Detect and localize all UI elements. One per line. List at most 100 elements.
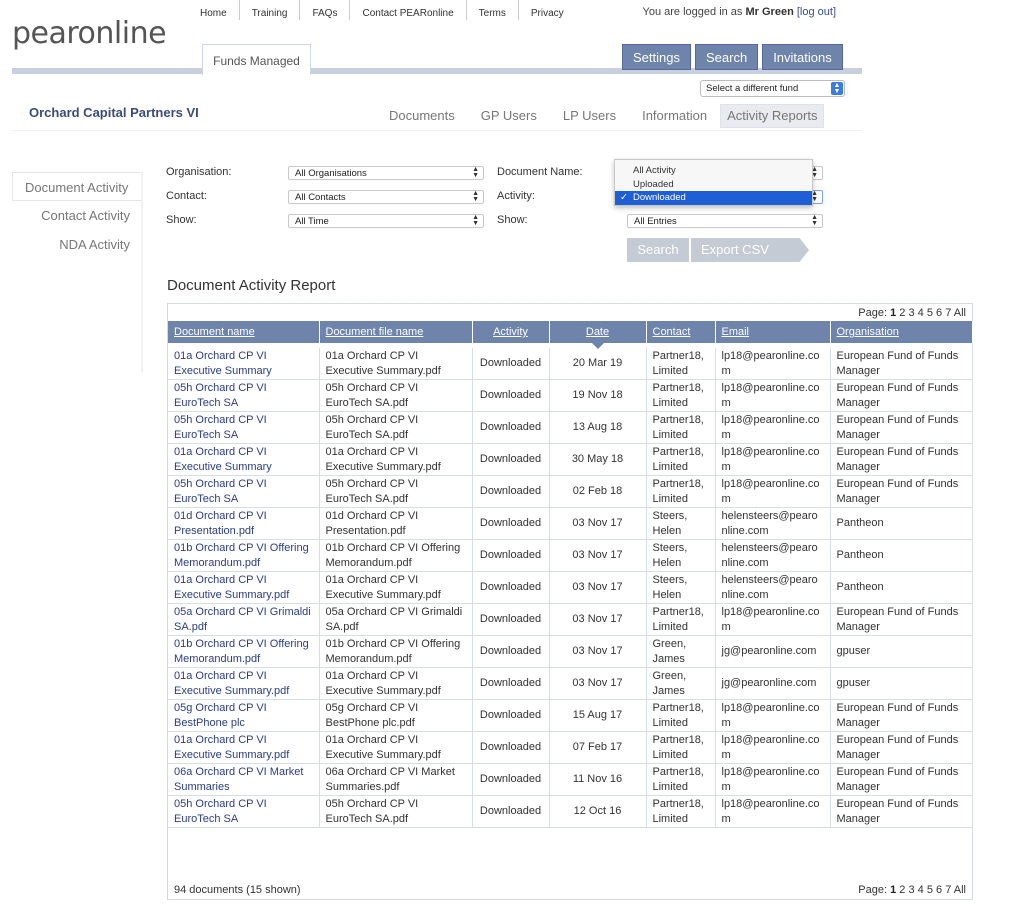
nav-training[interactable]: Training bbox=[240, 0, 301, 20]
contact-cell: Partner18, Limited bbox=[646, 379, 716, 412]
page-link-all[interactable]: All bbox=[954, 307, 966, 319]
contact-cell: Partner18, Limited bbox=[646, 795, 716, 828]
contact-cell: Green, James bbox=[646, 667, 716, 700]
page-link-4[interactable]: 4 bbox=[918, 884, 924, 896]
search-top-button[interactable]: Search bbox=[694, 44, 759, 70]
sidebar-item-nda-activity[interactable]: NDA Activity bbox=[12, 230, 142, 259]
invitations-button[interactable]: Invitations bbox=[762, 44, 843, 70]
table-header-row: Document name Document file name Activit… bbox=[168, 321, 973, 349]
document-name-cell[interactable]: 01a Orchard CP VI Executive Summary.pdf bbox=[168, 731, 320, 764]
table-row: 05h Orchard CP VI EuroTech SA 05h Orchard… bbox=[168, 795, 973, 828]
export-csv-button[interactable]: Export CSV bbox=[691, 238, 809, 262]
table-row: 05h Orchard CP VI EuroTech SA 05h Orchard… bbox=[168, 379, 973, 412]
table-row: 01a Orchard CP VI Executive Summary.pdf 0… bbox=[168, 571, 973, 604]
contact-cell: Green, James bbox=[646, 635, 716, 668]
document-name-cell[interactable]: 05h Orchard CP VI EuroTech SA bbox=[168, 475, 320, 508]
table-row: 01a Orchard CP VI Executive Summary.pdf 0… bbox=[168, 731, 973, 764]
document-name-cell[interactable]: 05h Orchard CP VI EuroTech SA bbox=[168, 795, 320, 828]
page-link-5[interactable]: 5 bbox=[927, 884, 933, 896]
page-link-2[interactable]: 2 bbox=[899, 307, 905, 319]
settings-button[interactable]: Settings bbox=[622, 44, 691, 70]
nav-home[interactable]: Home bbox=[188, 0, 240, 20]
activity-cell: Downloaded bbox=[472, 443, 550, 476]
nav-terms-label: Terms bbox=[478, 8, 506, 19]
document-name-cell[interactable]: 05h Orchard CP VI EuroTech SA bbox=[168, 379, 320, 412]
contact-cell: Partner18, Limited bbox=[646, 731, 716, 764]
date-cell: 20 Mar 19 bbox=[549, 348, 647, 380]
tab-gp-users[interactable]: GP Users bbox=[468, 108, 550, 128]
show-time-select[interactable]: All Time ▲ ▼ bbox=[288, 214, 484, 228]
contact-select[interactable]: All Contacts ▲ ▼ bbox=[288, 190, 484, 204]
page-link-4[interactable]: 4 bbox=[918, 307, 924, 319]
date-cell: 03 Nov 17 bbox=[549, 539, 647, 572]
col-date[interactable]: Date bbox=[549, 321, 647, 349]
organisation-select[interactable]: All Organisations ▲ ▼ bbox=[288, 166, 484, 180]
col-organisation[interactable]: Organisation bbox=[830, 321, 973, 343]
tab-activity-reports[interactable]: Activity Reports bbox=[720, 104, 825, 128]
page-link-6[interactable]: 6 bbox=[936, 884, 942, 896]
document-name-cell[interactable]: 01a Orchard CP VI Executive Summary bbox=[168, 443, 320, 476]
tab-lp-users[interactable]: LP Users bbox=[550, 108, 629, 128]
col-activity[interactable]: Activity bbox=[472, 321, 550, 343]
tab-information[interactable]: Information bbox=[629, 108, 720, 128]
page-link-1[interactable]: 1 bbox=[890, 884, 896, 896]
select-arrows-icon: ▲ ▼ bbox=[831, 82, 843, 95]
sidebar-item-document-activity[interactable]: Document Activity bbox=[12, 172, 142, 201]
logout-link[interactable]: [log out] bbox=[797, 6, 836, 18]
email-cell: jg@pearonline.com bbox=[715, 635, 831, 668]
activity-option-uploaded[interactable]: Uploaded bbox=[615, 178, 812, 192]
col-contact[interactable]: Contact bbox=[646, 321, 716, 343]
search-button[interactable]: Search bbox=[627, 238, 689, 262]
document-name-cell[interactable]: 05a Orchard CP VI Grimaldi SA.pdf bbox=[168, 603, 320, 636]
pager-label: Page: bbox=[858, 307, 887, 319]
document-name-cell[interactable]: 01a Orchard CP VI Executive Summary.pdf bbox=[168, 571, 320, 604]
sidebar-item-contact-activity[interactable]: Contact Activity bbox=[12, 201, 142, 230]
nav-faqs[interactable]: FAQs bbox=[300, 0, 351, 20]
col-email[interactable]: Email bbox=[715, 321, 831, 343]
page-link-3[interactable]: 3 bbox=[908, 884, 914, 896]
date-cell: 03 Nov 17 bbox=[549, 635, 647, 668]
document-name-cell[interactable]: 05h Orchard CP VI EuroTech SA bbox=[168, 411, 320, 444]
pager-top: Page: 1 2 3 4 5 6 7 All bbox=[858, 307, 966, 319]
email-cell: jg@pearonline.com bbox=[715, 667, 831, 700]
activity-cell: Downloaded bbox=[472, 731, 550, 764]
col-document-file-name[interactable]: Document file name bbox=[319, 321, 473, 343]
page-link-3[interactable]: 3 bbox=[908, 307, 914, 319]
table-row: 05a Orchard CP VI Grimaldi SA.pdf 05a Orc… bbox=[168, 603, 973, 636]
document-name-cell[interactable]: 01d Orchard CP VI Presentation.pdf bbox=[168, 507, 320, 540]
document-name-cell[interactable]: 01a Orchard CP VI Executive Summary bbox=[168, 348, 320, 380]
nav-privacy[interactable]: Privacy bbox=[519, 0, 576, 20]
document-name-cell[interactable]: 01b Orchard CP VI Offering Memorandum.pd… bbox=[168, 635, 320, 668]
activity-option-downloaded-label: Downloaded bbox=[633, 192, 686, 203]
nav-contact[interactable]: Contact PEARonline bbox=[350, 0, 467, 20]
show-entries-select[interactable]: All Entries ▲ ▼ bbox=[627, 214, 823, 228]
nav-terms[interactable]: Terms bbox=[467, 0, 519, 20]
fund-select[interactable]: Select a different fund ▲ ▼ bbox=[700, 80, 845, 97]
pearonline-logo[interactable]: pearonline bbox=[12, 16, 167, 51]
contact-cell: Partner18, Limited bbox=[646, 348, 716, 380]
document-name-cell[interactable]: 01a Orchard CP VI Executive Summary.pdf bbox=[168, 667, 320, 700]
email-cell: lp18@pearonline.com bbox=[715, 379, 831, 412]
page-link-2[interactable]: 2 bbox=[899, 884, 905, 896]
select-arrows-icon: ▲ ▼ bbox=[472, 190, 479, 203]
date-cell: 13 Aug 18 bbox=[549, 411, 647, 444]
document-name-cell[interactable]: 06a Orchard CP VI Market Summaries bbox=[168, 763, 320, 796]
page-link-7[interactable]: 7 bbox=[945, 307, 951, 319]
page-link-1[interactable]: 1 bbox=[890, 307, 896, 319]
tab-funds-managed[interactable]: Funds Managed bbox=[202, 44, 311, 75]
page-link-all[interactable]: All bbox=[954, 884, 966, 896]
email-cell: helensteers@pearonline.com bbox=[715, 507, 831, 540]
tab-documents[interactable]: Documents bbox=[376, 108, 468, 128]
page-link-7[interactable]: 7 bbox=[945, 884, 951, 896]
fund-select-value: Select a different fund bbox=[706, 83, 799, 94]
page-link-5[interactable]: 5 bbox=[927, 307, 933, 319]
document-name-cell[interactable]: 05g Orchard CP VI BestPhone plc bbox=[168, 699, 320, 732]
page-link-6[interactable]: 6 bbox=[936, 307, 942, 319]
document-name-cell[interactable]: 01b Orchard CP VI Offering Memorandum.pd… bbox=[168, 539, 320, 572]
activity-cell: Downloaded bbox=[472, 411, 550, 444]
col-document-name[interactable]: Document name bbox=[168, 321, 320, 343]
activity-option-downloaded[interactable]: ✓ Downloaded bbox=[615, 191, 812, 205]
activity-option-all[interactable]: All Activity bbox=[615, 164, 812, 178]
activity-cell: Downloaded bbox=[472, 379, 550, 412]
date-cell: 03 Nov 17 bbox=[549, 571, 647, 604]
